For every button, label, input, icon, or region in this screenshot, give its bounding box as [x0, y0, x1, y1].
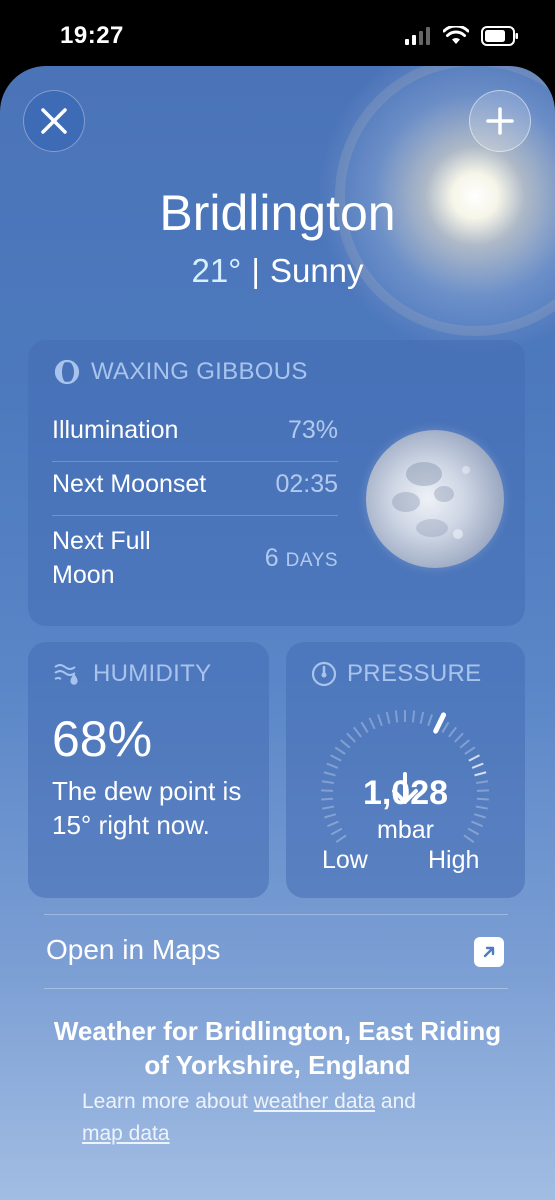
gauge-tick: [464, 746, 476, 755]
battery-icon: [481, 26, 518, 46]
gauge-tick: [454, 732, 464, 743]
plus-icon: [486, 107, 514, 135]
gauge-tick: [346, 732, 356, 743]
learn-more-text: Learn more about weather data and map da…: [82, 1086, 502, 1150]
gauge-indicator: [433, 712, 447, 734]
pressure-gauge-icon: [311, 661, 337, 687]
pressure-label: PRESSURE: [347, 660, 482, 687]
gauge-tick: [385, 711, 391, 724]
gauge-tick: [340, 739, 351, 749]
moon-row-label: Next Moonset: [52, 470, 207, 498]
next-full-moon-value: 6: [264, 543, 279, 572]
gauge-high-label: High: [428, 846, 480, 874]
open-external-icon[interactable]: [474, 937, 504, 967]
wifi-icon: [443, 26, 469, 44]
moon-image: [366, 430, 504, 568]
divider: [44, 914, 508, 915]
moon-row-illumination: Illumination 73%: [52, 416, 338, 445]
moon-row-value: 02:35: [275, 470, 338, 498]
moon-phase-icon: [54, 359, 80, 385]
condition-text: Sunny: [269, 252, 364, 289]
moon-row-value: 73%: [287, 416, 338, 444]
gauge-tick: [326, 762, 339, 769]
gauge-tick: [368, 717, 376, 730]
learn-more-and: and: [380, 1090, 416, 1113]
moon-row-moonset: Next Moonset 02:35: [52, 470, 338, 499]
learn-more-prefix: Learn more about: [82, 1090, 248, 1113]
moon-row-next-full-moon: Next Full Moon 6 DAYS: [52, 524, 338, 592]
humidity-card[interactable]: HUMIDITY 68% The dew point is 15° right …: [28, 642, 269, 898]
moon-row-value: 6 DAYS: [265, 544, 338, 573]
divider: [44, 988, 508, 989]
status-icons: [405, 26, 519, 46]
weather-sheet: Bridlington 21° | Sunny WAXING GIBBOUS Ill…: [0, 66, 555, 1200]
dew-point-description: The dew point is 15° right now.: [52, 776, 242, 840]
pressure-card[interactable]: PRESSURE 1,028 mbar Low High: [286, 642, 525, 898]
gauge-tick: [411, 710, 416, 723]
moon-phase-label: WAXING GIBBOUS: [91, 358, 308, 385]
current-conditions: 21° | Sunny: [0, 252, 555, 290]
humidity-icon: [54, 664, 78, 685]
gauge-low-label: Low: [322, 846, 368, 874]
next-full-moon-unit: DAYS: [285, 549, 338, 571]
moon-phase-card[interactable]: WAXING GIBBOUS Illumination 73% Next Moo…: [28, 340, 525, 626]
gauge-tick: [441, 721, 450, 733]
pressure-unit: mbar: [377, 816, 434, 844]
close-button[interactable]: [23, 90, 85, 152]
close-icon: [41, 108, 67, 134]
humidity-value: 68%: [52, 711, 153, 767]
gauge-tick: [360, 721, 369, 733]
gauge-tick: [427, 714, 433, 727]
arrow-up-right-icon: [483, 946, 495, 958]
gauge-tick: [471, 762, 484, 769]
add-location-button[interactable]: [469, 90, 531, 152]
status-time: 19:27: [60, 22, 124, 49]
weather-location-title: Weather for Bridlington, East Riding of …: [53, 1016, 502, 1080]
gauge-tick: [377, 714, 383, 727]
gauge-tick: [459, 739, 470, 749]
cellular-signal-icon: [405, 27, 430, 45]
humidity-label: HUMIDITY: [93, 660, 212, 687]
pressure-card-title: PRESSURE: [311, 660, 481, 688]
moon-divider: [52, 461, 338, 462]
gauge-tick: [394, 710, 399, 723]
moon-divider: [52, 515, 338, 516]
conditions-separator: |: [251, 252, 260, 289]
status-bar: 19:27: [0, 0, 555, 66]
map-data-link[interactable]: map data: [82, 1122, 170, 1145]
moon-card-title: WAXING GIBBOUS: [53, 358, 308, 386]
current-temperature: 21°: [191, 252, 242, 289]
moon-craters: [392, 462, 470, 539]
moon-row-label: Next Full Moon: [52, 527, 151, 589]
weather-data-link[interactable]: weather data: [254, 1090, 375, 1113]
humidity-card-title: HUMIDITY: [53, 660, 211, 688]
pressure-value: 1,028: [362, 774, 449, 812]
gauge-tick: [468, 754, 480, 762]
open-in-maps-link[interactable]: Open in Maps: [46, 934, 220, 966]
gauge-tick: [353, 726, 362, 738]
gauge-tick: [419, 711, 425, 724]
city-name: Bridlington: [159, 185, 396, 241]
moon-row-label: Illumination: [52, 416, 179, 444]
gauge-tick: [448, 726, 457, 738]
gauge-tick: [334, 746, 346, 755]
gauge-tick: [330, 754, 342, 762]
